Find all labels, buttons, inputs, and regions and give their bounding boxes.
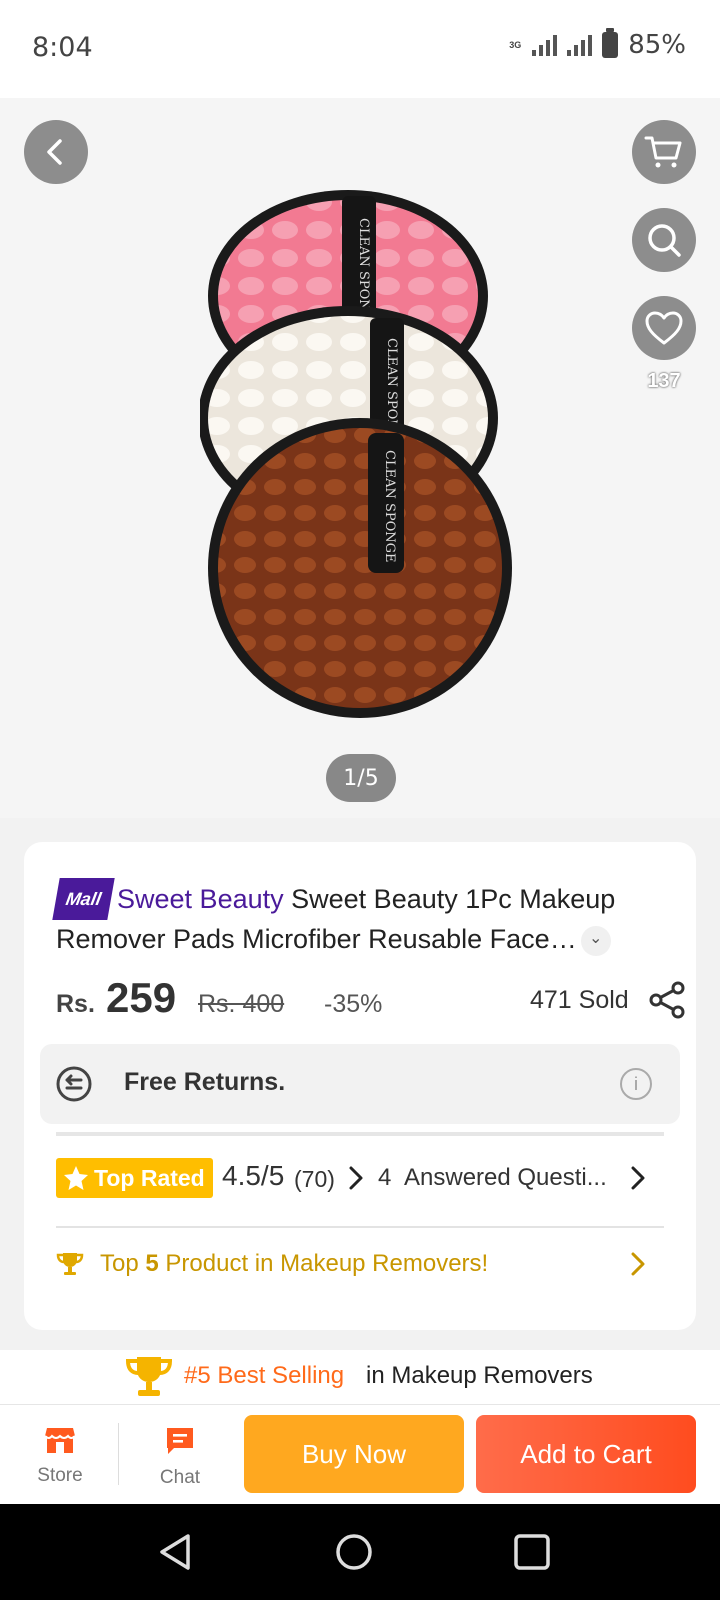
- divider: [56, 1132, 664, 1136]
- rating-count: (70): [294, 1166, 335, 1192]
- heart-icon: [645, 311, 683, 345]
- free-returns-row[interactable]: Free Returns. i: [40, 1044, 680, 1124]
- store-icon: [44, 1428, 76, 1453]
- search-button[interactable]: [632, 208, 696, 272]
- favorite-button[interactable]: [632, 296, 696, 360]
- system-nav-bar: [0, 1504, 720, 1600]
- signal-icon-2: [567, 34, 593, 56]
- nav-recents-icon[interactable]: [512, 1532, 552, 1572]
- store-label: Store: [37, 1465, 83, 1486]
- free-returns-label: Free Returns.: [124, 1068, 286, 1096]
- back-button[interactable]: [24, 120, 88, 184]
- status-time: 8:04: [32, 32, 93, 63]
- ranking-number: 5: [145, 1250, 159, 1277]
- divider: [56, 1226, 664, 1228]
- product-info-card: Mall Sweet Beauty Sweet Beauty 1Pc Makeup…: [24, 842, 696, 1330]
- original-price: Rs. 400: [198, 990, 285, 1018]
- back-icon: [47, 139, 62, 165]
- best-selling-category: in Makeup Removers: [366, 1362, 593, 1389]
- add-to-cart-button[interactable]: Add to Cart: [476, 1415, 696, 1493]
- price-row: Rs. 259 Rs. 400 -35% 471 Sold: [56, 968, 685, 1028]
- battery-icon: [602, 28, 619, 58]
- share-icon[interactable]: [648, 980, 688, 1020]
- best-selling-banner[interactable]: #5 Best Selling in Makeup Removers: [0, 1350, 720, 1404]
- chat-button[interactable]: Chat: [130, 1425, 230, 1489]
- image-page-indicator: 1/5: [326, 754, 396, 802]
- best-selling-rank: #5 Best Selling: [184, 1362, 345, 1389]
- signal-icon: [532, 34, 558, 56]
- nav-back-icon[interactable]: [156, 1532, 196, 1572]
- price-value: 259: [106, 974, 177, 1021]
- ranking-text: Top 5 Product in Makeup Removers!: [100, 1250, 489, 1277]
- returns-icon: [56, 1066, 92, 1102]
- top-rated-label: Top Rated: [94, 1164, 205, 1191]
- search-icon: [648, 224, 681, 257]
- status-indicators: 3G 85%: [508, 28, 686, 60]
- star-icon: [64, 1166, 88, 1190]
- chevron-right-icon[interactable]: [346, 1164, 366, 1192]
- trophy-icon: [125, 1357, 173, 1396]
- favorite-count: 137: [647, 370, 681, 392]
- rating-row[interactable]: Top Rated 4.5/5 (70) 4 Answered Questi..…: [56, 1156, 664, 1200]
- chat-label: Chat: [159, 1467, 201, 1488]
- battery-level: 85%: [628, 30, 686, 60]
- nav-home-icon[interactable]: [334, 1532, 374, 1572]
- top-rated-badge: Top Rated: [56, 1158, 213, 1198]
- strap-text-3: CLEAN SPONGE: [382, 450, 397, 563]
- product-image[interactable]: CLEAN SPONGE CLEAN SPONGE CLEAN SPONGE: [200, 188, 520, 728]
- cart-icon: [644, 136, 682, 168]
- chevron-down-icon[interactable]: ⌄: [580, 925, 611, 956]
- store-button[interactable]: Store: [10, 1425, 110, 1487]
- chevron-right-icon[interactable]: [628, 1250, 648, 1278]
- product-title-block[interactable]: Mall Sweet Beauty Sweet Beauty 1Pc Makeup…: [52, 878, 656, 958]
- chat-icon: [167, 1428, 193, 1454]
- store-name[interactable]: Sweet Beauty: [117, 884, 284, 914]
- buy-now-button[interactable]: Buy Now: [244, 1415, 464, 1493]
- sold-count: 471 Sold: [530, 986, 629, 1014]
- chevron-right-icon[interactable]: [628, 1164, 648, 1192]
- network-type: 3G: [509, 39, 522, 50]
- questions-count: 4: [378, 1164, 392, 1191]
- rating-score: 4.5/5: [222, 1160, 285, 1191]
- trophy-icon: [56, 1253, 84, 1275]
- info-icon[interactable]: i: [620, 1068, 652, 1100]
- price-currency: Rs.: [56, 990, 95, 1018]
- mall-badge: Mall: [52, 878, 115, 920]
- ranking-row[interactable]: Top 5 Product in Makeup Removers!: [56, 1242, 664, 1286]
- product-gallery[interactable]: CLEAN SPONGE CLEAN SPONGE CLEAN SPONGE 1…: [0, 98, 720, 818]
- bottom-action-bar: Store Chat Buy Now Add to Cart: [0, 1404, 720, 1504]
- status-bar: 8:04 3G 85%: [0, 0, 720, 98]
- questions-label[interactable]: Answered Questi...: [404, 1164, 607, 1192]
- divider: [118, 1423, 119, 1485]
- cart-button[interactable]: [632, 120, 696, 184]
- discount-percent: -35%: [324, 990, 383, 1018]
